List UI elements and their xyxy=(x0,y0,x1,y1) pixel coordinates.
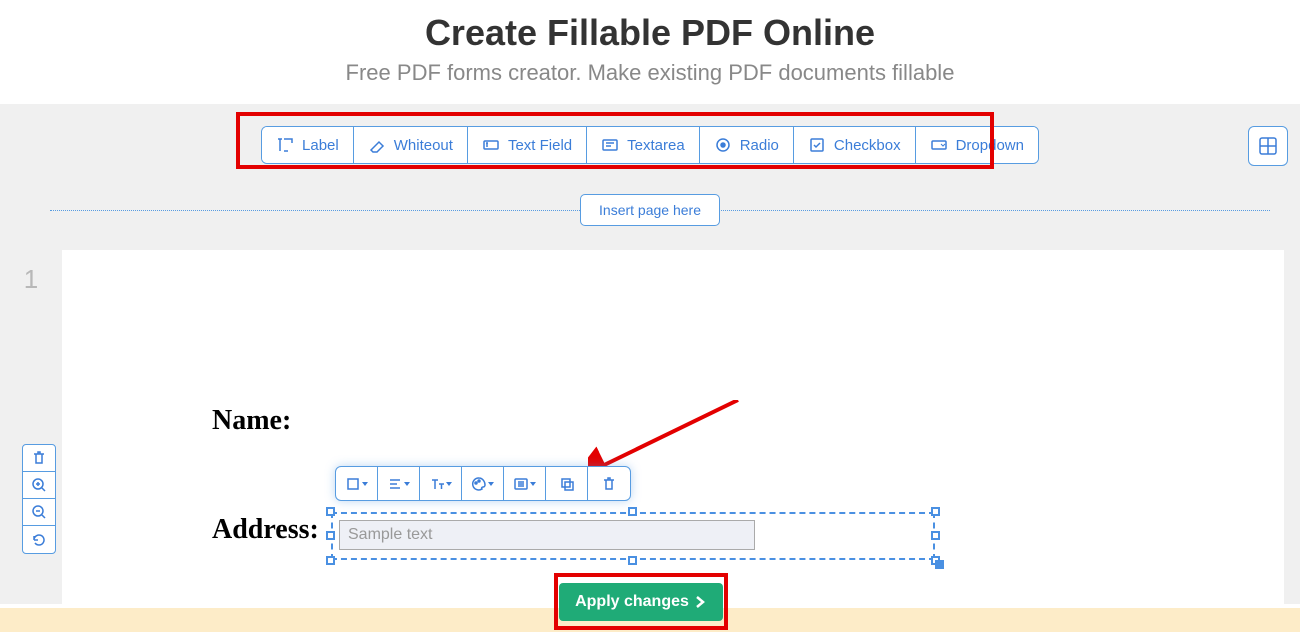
copy-icon xyxy=(559,476,575,492)
grid-icon xyxy=(1258,136,1278,156)
page-number: 1 xyxy=(0,250,62,610)
resize-handle-corner[interactable] xyxy=(935,560,944,569)
palette-icon xyxy=(471,476,487,492)
text-size-button[interactable] xyxy=(420,467,462,500)
chevron-right-icon xyxy=(693,595,707,609)
checkbox-tool-text: Checkbox xyxy=(834,137,901,154)
text-field-tool-button[interactable]: Text Field xyxy=(468,127,587,163)
color-button[interactable] xyxy=(462,467,504,500)
list-icon xyxy=(513,476,529,492)
insert-page-button[interactable]: Insert page here xyxy=(580,194,720,226)
radio-tool-text: Radio xyxy=(740,137,779,154)
square-icon xyxy=(345,476,361,492)
page-divider: Insert page here xyxy=(0,194,1300,226)
resize-handle-bl[interactable] xyxy=(326,556,335,565)
list-options-button[interactable] xyxy=(504,467,546,500)
textarea-icon xyxy=(601,136,619,154)
header: Create Fillable PDF Online Free PDF form… xyxy=(0,0,1300,104)
duplicate-button[interactable] xyxy=(546,467,588,500)
whiteout-tool-text: Whiteout xyxy=(394,137,453,154)
rotate-icon xyxy=(31,532,47,548)
apply-changes-button[interactable]: Apply changes xyxy=(559,583,723,621)
label-tool-button[interactable]: Label xyxy=(262,127,354,163)
zoom-in-icon xyxy=(31,477,47,493)
zoom-out-icon xyxy=(31,504,47,520)
zoom-out-button[interactable] xyxy=(23,499,55,526)
name-label: Name: xyxy=(212,405,291,437)
resize-handle-rc[interactable] xyxy=(931,531,940,540)
selected-field-toolbar xyxy=(335,466,631,501)
trash-icon xyxy=(31,450,47,466)
layout-grid-button[interactable] xyxy=(1248,126,1288,166)
resize-handle-tl[interactable] xyxy=(326,507,335,516)
delete-field-button[interactable] xyxy=(588,467,630,500)
page-title: Create Fillable PDF Online xyxy=(0,12,1300,54)
field-toolbar: Label Whiteout Text Field Textarea Radio… xyxy=(261,126,1039,164)
checkbox-icon xyxy=(808,136,826,154)
radio-tool-button[interactable]: Radio xyxy=(700,127,794,163)
textarea-tool-text: Textarea xyxy=(627,137,685,154)
dropdown-tool-button[interactable]: Dropdown xyxy=(916,127,1038,163)
label-icon xyxy=(276,136,294,154)
selected-text-field[interactable]: Sample text xyxy=(331,512,935,560)
resize-handle-bc[interactable] xyxy=(628,556,637,565)
align-icon xyxy=(387,476,403,492)
dropdown-icon xyxy=(930,136,948,154)
textarea-tool-button[interactable]: Textarea xyxy=(587,127,700,163)
whiteout-tool-button[interactable]: Whiteout xyxy=(354,127,468,163)
sample-text-input[interactable]: Sample text xyxy=(339,520,755,550)
resize-handle-tr[interactable] xyxy=(931,507,940,516)
text-field-icon xyxy=(482,136,500,154)
eraser-icon xyxy=(368,136,386,154)
apply-highlight-box: Apply changes xyxy=(554,573,728,630)
label-tool-text: Label xyxy=(302,137,339,154)
rotate-button[interactable] xyxy=(23,526,55,553)
side-tools xyxy=(22,444,56,554)
trash-icon xyxy=(601,476,617,492)
delete-page-button[interactable] xyxy=(23,445,55,472)
text-size-icon xyxy=(429,476,445,492)
border-style-button[interactable] xyxy=(336,467,378,500)
resize-handle-lc[interactable] xyxy=(326,531,335,540)
apply-button-text: Apply changes xyxy=(575,593,689,611)
zoom-in-button[interactable] xyxy=(23,472,55,499)
align-button[interactable] xyxy=(378,467,420,500)
address-label: Address: xyxy=(212,514,319,546)
dropdown-tool-text: Dropdown xyxy=(956,137,1024,154)
checkbox-tool-button[interactable]: Checkbox xyxy=(794,127,916,163)
text-field-tool-text: Text Field xyxy=(508,137,572,154)
resize-handle-tc[interactable] xyxy=(628,507,637,516)
workspace: Label Whiteout Text Field Textarea Radio… xyxy=(0,104,1300,604)
page-subtitle: Free PDF forms creator. Make existing PD… xyxy=(0,60,1300,86)
radio-icon xyxy=(714,136,732,154)
